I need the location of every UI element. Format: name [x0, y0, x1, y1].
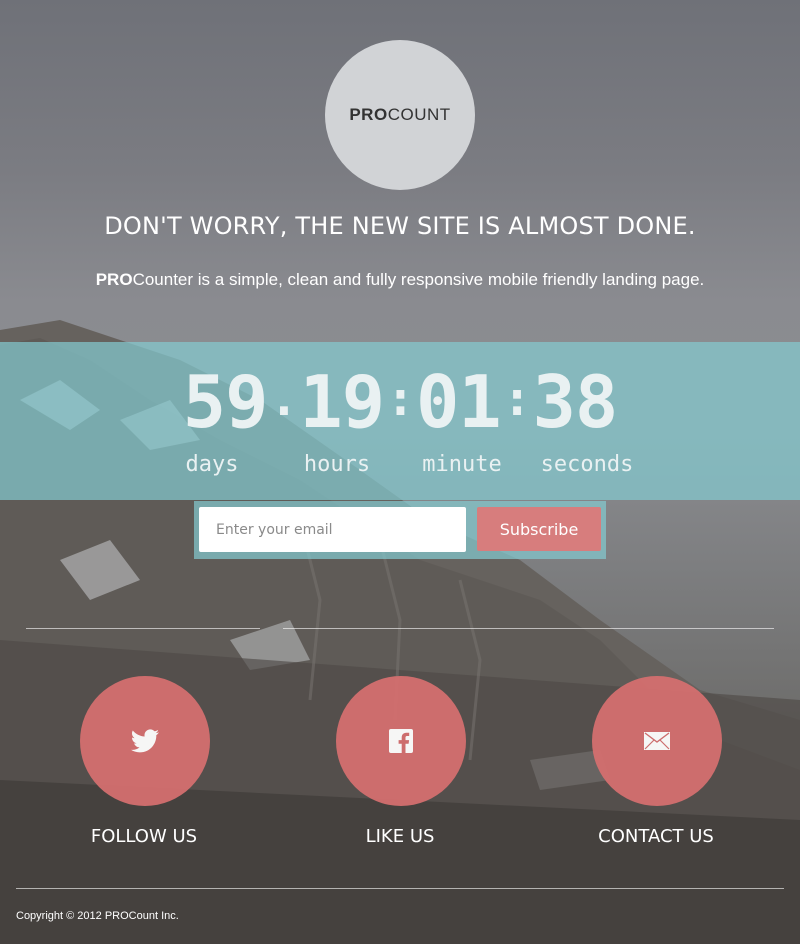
subscribe-button[interactable]: Subscribe: [477, 507, 601, 551]
divider-left: [26, 628, 260, 629]
facebook-button[interactable]: [336, 676, 466, 806]
label-minutes: minute: [422, 452, 502, 477]
logo-bold: PRO: [349, 105, 388, 124]
contact-us-label[interactable]: CONTACT US: [556, 826, 756, 847]
countdown-hours: 19: [299, 360, 385, 444]
twitter-button[interactable]: [80, 676, 210, 806]
copyright-text: Copyright © 2012 PROCount Inc.: [16, 910, 179, 922]
facebook-icon: [389, 729, 413, 753]
mail-icon: [644, 732, 670, 750]
subtitle-text: Counter is a simple, clean and fully res…: [132, 270, 705, 289]
page-headline: DON'T WORRY, THE NEW SITE IS ALMOST DONE…: [104, 212, 696, 240]
like-us-label[interactable]: LIKE US: [300, 826, 500, 847]
label-seconds: seconds: [540, 452, 634, 477]
countdown-days: 59: [182, 360, 269, 444]
countdown-separator: :: [502, 371, 532, 427]
page-subtitle: PROCounter is a simple, clean and fully …: [0, 270, 800, 290]
contact-button[interactable]: [592, 676, 722, 806]
email-input[interactable]: [199, 507, 466, 552]
label-days: days: [185, 452, 239, 477]
logo[interactable]: PRO COUNT: [325, 40, 475, 190]
divider-right: [283, 628, 774, 629]
subtitle-bold: PRO: [95, 270, 133, 289]
footer-divider: [16, 888, 784, 889]
countdown-separator: .: [269, 371, 298, 427]
countdown-seconds: 38: [532, 360, 619, 444]
label-hours: hours: [303, 452, 371, 477]
twitter-icon: [130, 729, 159, 753]
countdown-digits: 59.19:01:38: [0, 360, 800, 444]
follow-us-label[interactable]: FOLLOW US: [44, 826, 244, 847]
countdown-separator: :: [386, 371, 415, 427]
countdown-minutes: 01: [415, 360, 502, 444]
logo-light: COUNT: [387, 105, 451, 124]
